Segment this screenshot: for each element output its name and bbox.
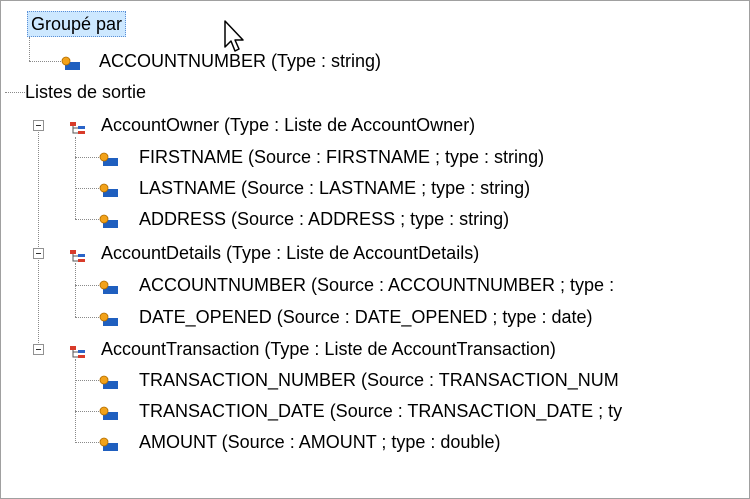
tree-node-group-key[interactable]: ACCOUNTNUMBER (Type : string) xyxy=(59,48,479,74)
node-label: LASTNAME (Source : LASTNAME ; type : str… xyxy=(139,178,531,198)
collapse-toggle-icon[interactable] xyxy=(33,344,44,355)
attribute-icon xyxy=(99,149,119,166)
tree-line xyxy=(75,137,76,219)
node-label: ACCOUNTNUMBER (Source : ACCOUNTNUMBER ; … xyxy=(139,275,615,295)
tree-view[interactable]: Groupé par ACCOUNTNUMBER (Type : string)… xyxy=(0,0,750,499)
node-label: ADDRESS (Source : ADDRESS ; type : strin… xyxy=(139,209,510,229)
attribute-icon xyxy=(99,403,119,420)
node-label: AccountDetails (Type : Liste de AccountD… xyxy=(101,243,480,263)
collapse-toggle-icon[interactable] xyxy=(33,248,44,259)
tree-line xyxy=(75,285,99,286)
attribute-icon xyxy=(99,372,119,389)
node-label: TRANSACTION_DATE (Source : TRANSACTION_D… xyxy=(139,401,623,421)
list-group-icon xyxy=(69,118,87,134)
tree-node-account-details[interactable]: AccountDetails (Type : Liste de AccountD… xyxy=(31,240,591,266)
list-group-icon xyxy=(69,342,87,358)
tree-node-field[interactable]: AMOUNT (Source : AMOUNT ; type : double) xyxy=(97,429,737,455)
node-label: AMOUNT (Source : AMOUNT ; type : double) xyxy=(139,432,501,452)
node-label: TRANSACTION_NUMBER (Source : TRANSACTION… xyxy=(139,370,619,390)
tree-line xyxy=(75,359,76,443)
tree-line xyxy=(75,411,99,412)
tree-line xyxy=(75,442,99,443)
tree-node-output-lists[interactable]: Listes de sortie xyxy=(25,79,225,105)
attribute-icon xyxy=(99,211,119,228)
attribute-icon xyxy=(99,180,119,197)
mouse-cursor-icon xyxy=(224,20,244,52)
tree-node-field[interactable]: FIRSTNAME (Source : FIRSTNAME ; type : s… xyxy=(97,144,657,170)
collapse-toggle-icon[interactable] xyxy=(33,120,44,131)
node-label: AccountTransaction (Type : Liste de Acco… xyxy=(101,339,556,359)
node-label: FIRSTNAME (Source : FIRSTNAME ; type : s… xyxy=(139,147,545,167)
attribute-icon xyxy=(99,434,119,451)
node-label: Groupé par xyxy=(27,11,127,37)
tree-line xyxy=(29,61,61,62)
attribute-icon xyxy=(99,309,119,326)
tree-node-account-transaction[interactable]: AccountTransaction (Type : Liste de Acco… xyxy=(31,336,691,362)
tree-node-field[interactable]: DATE_OPENED (Source : DATE_OPENED ; type… xyxy=(97,304,737,330)
attribute-icon xyxy=(99,277,119,294)
tree-node-account-owner[interactable]: AccountOwner (Type : Liste de AccountOwn… xyxy=(31,112,591,138)
node-label: AccountOwner (Type : Liste de AccountOwn… xyxy=(101,115,476,135)
tree-node-field[interactable]: ACCOUNTNUMBER (Source : ACCOUNTNUMBER ; … xyxy=(97,272,737,298)
tree-node-grouped-by[interactable]: Groupé par xyxy=(27,11,177,37)
node-label: Listes de sortie xyxy=(25,82,147,102)
tree-line xyxy=(75,188,99,189)
tree-line xyxy=(75,263,76,317)
tree-node-field[interactable]: LASTNAME (Source : LASTNAME ; type : str… xyxy=(97,175,657,201)
tree-line xyxy=(75,380,99,381)
tree-node-field[interactable]: ADDRESS (Source : ADDRESS ; type : strin… xyxy=(97,206,657,232)
tree-line xyxy=(75,157,99,158)
node-label: DATE_OPENED (Source : DATE_OPENED ; type… xyxy=(139,307,593,327)
list-group-icon xyxy=(69,246,87,262)
tree-node-field[interactable]: TRANSACTION_NUMBER (Source : TRANSACTION… xyxy=(97,367,747,393)
attribute-icon xyxy=(61,53,81,70)
tree-line xyxy=(5,92,25,93)
tree-node-field[interactable]: TRANSACTION_DATE (Source : TRANSACTION_D… xyxy=(97,398,747,424)
tree-line xyxy=(75,219,99,220)
tree-line xyxy=(29,37,30,61)
tree-line xyxy=(75,317,99,318)
